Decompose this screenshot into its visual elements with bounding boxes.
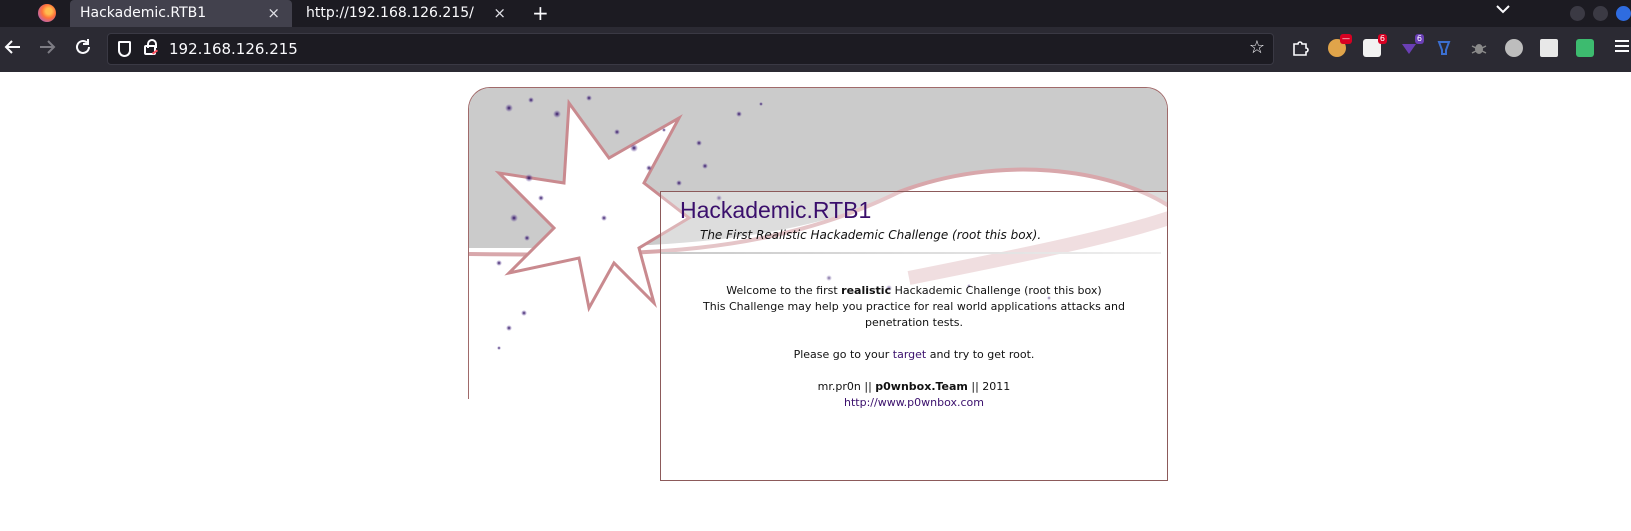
challenge-description: This Challenge may help you practice for… <box>703 300 1125 329</box>
homepage-link[interactable]: http://www.p0wnbox.com <box>844 396 984 409</box>
target-link[interactable]: target <box>893 348 926 361</box>
tab-title: Hackademic.RTB1 <box>80 5 207 21</box>
back-arrow-icon <box>4 40 20 54</box>
wappalyzer-extension-icon[interactable] <box>1435 39 1453 57</box>
back-button[interactable] <box>4 38 22 62</box>
title-divider <box>661 252 1161 254</box>
mail-extension-icon[interactable]: 6 <box>1363 34 1387 57</box>
list-all-tabs-chevron-icon[interactable] <box>1496 2 1510 18</box>
site-subtitle: The First Realistic Hackademic Challenge… <box>700 228 1042 242</box>
firefox-logo-icon[interactable] <box>38 4 56 22</box>
bug-extension-icon[interactable] <box>1470 39 1488 57</box>
tab-bar: Hackademic.RTB1 × http://192.168.126.215… <box>0 0 1631 27</box>
homepage-line: http://www.p0wnbox.com <box>690 395 1138 411</box>
tab-close-icon[interactable]: × <box>493 0 506 27</box>
navigation-toolbar: 192.168.126.215 ☆ — 6 6 <box>0 27 1631 72</box>
tab-hackademic[interactable]: Hackademic.RTB1 × <box>70 0 292 27</box>
cookie-extension-icon[interactable]: — <box>1328 34 1352 57</box>
reload-icon <box>76 39 90 54</box>
minimize-button[interactable] <box>1570 6 1585 21</box>
forward-arrow-icon <box>40 40 56 54</box>
folder-extension-icon[interactable] <box>1540 39 1558 57</box>
credits-line: mr.pr0n || p0wnbox.Team || 2011 <box>817 380 1011 393</box>
site-title: Hackademic.RTB1 <box>680 197 872 223</box>
tracking-protection-shield-icon[interactable] <box>118 41 131 57</box>
forward-button[interactable] <box>38 38 56 62</box>
address-bar[interactable]: 192.168.126.215 ☆ <box>107 33 1274 65</box>
close-window-button[interactable] <box>1616 6 1631 21</box>
welcome-content: Welcome to the first realistic Hackademi… <box>690 283 1138 411</box>
web-page: Hackademic.RTB1 The First Realistic Hack… <box>0 72 1631 531</box>
tab-title: http://192.168.126.215/ <box>306 5 474 21</box>
hamburger-menu-icon[interactable] <box>1614 38 1630 59</box>
download-extension-icon[interactable]: 6 <box>1400 34 1424 57</box>
reload-button[interactable] <box>74 38 92 62</box>
url-text[interactable]: 192.168.126.215 <box>169 34 298 65</box>
new-tab-button[interactable]: + <box>532 0 549 27</box>
maximize-button[interactable] <box>1593 6 1608 21</box>
insecure-lock-icon[interactable] <box>144 39 157 55</box>
bookmark-star-icon[interactable]: ☆ <box>1249 37 1265 58</box>
tab-ip-address[interactable]: http://192.168.126.215/ × <box>296 0 518 27</box>
tab-close-icon[interactable]: × <box>267 0 280 27</box>
globe-extension-icon[interactable] <box>1505 39 1523 57</box>
welcome-line: Welcome to the first realistic Hackademi… <box>726 284 1102 297</box>
extensions-puzzle-icon[interactable] <box>1291 39 1309 57</box>
devtools-extension-icon[interactable] <box>1576 39 1594 57</box>
instruction-line: Please go to your target and try to get … <box>793 348 1035 361</box>
